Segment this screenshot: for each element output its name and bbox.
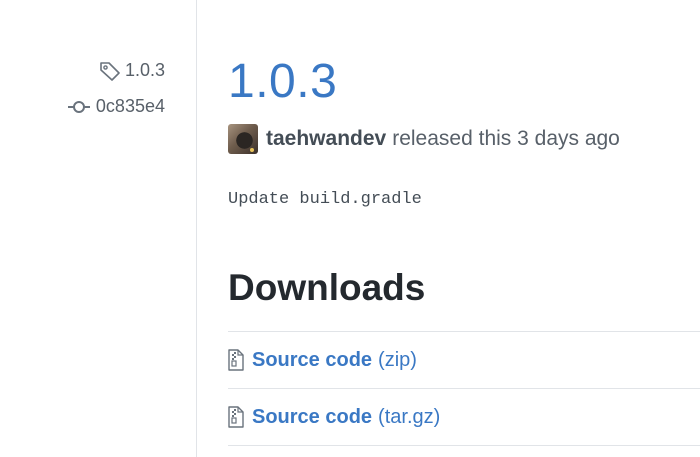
tag-label: 1.0.3 [124,60,165,80]
download-zip-link[interactable]: Source code (zip) [228,349,417,372]
tag-link[interactable]: 1.0.3 [99,60,165,81]
release-sidebar: 1.0.3 0c835e4 [0,0,197,457]
released-time-text: released this 3 days ago [392,127,620,150]
download-label: Source code [252,405,373,428]
download-format: (tar.gz) [378,405,441,428]
download-label: Source code [252,348,373,371]
avatar[interactable] [228,124,258,154]
release-notes: Update build.gradle [228,190,422,209]
download-format: (zip) [378,348,417,371]
file-zip-icon [228,349,244,371]
release-byline: taehwandev released this 3 days ago [228,124,620,154]
release-title[interactable]: 1.0.3 [228,52,337,112]
commit-sha: 0c835e4 [95,96,165,116]
downloads-list: Source code (zip) Source code (tar.gz) [228,331,700,446]
list-item: Source code (zip) [228,332,700,389]
commit-link[interactable]: 0c835e4 [67,96,165,117]
tag-icon [100,61,120,81]
author-link[interactable]: taehwandev [266,127,386,151]
file-zip-icon [228,406,244,428]
list-item: Source code (tar.gz) [228,389,700,446]
downloads-heading: Downloads [228,267,426,308]
download-targz-link[interactable]: Source code (tar.gz) [228,406,440,429]
git-commit-icon [67,100,90,113]
